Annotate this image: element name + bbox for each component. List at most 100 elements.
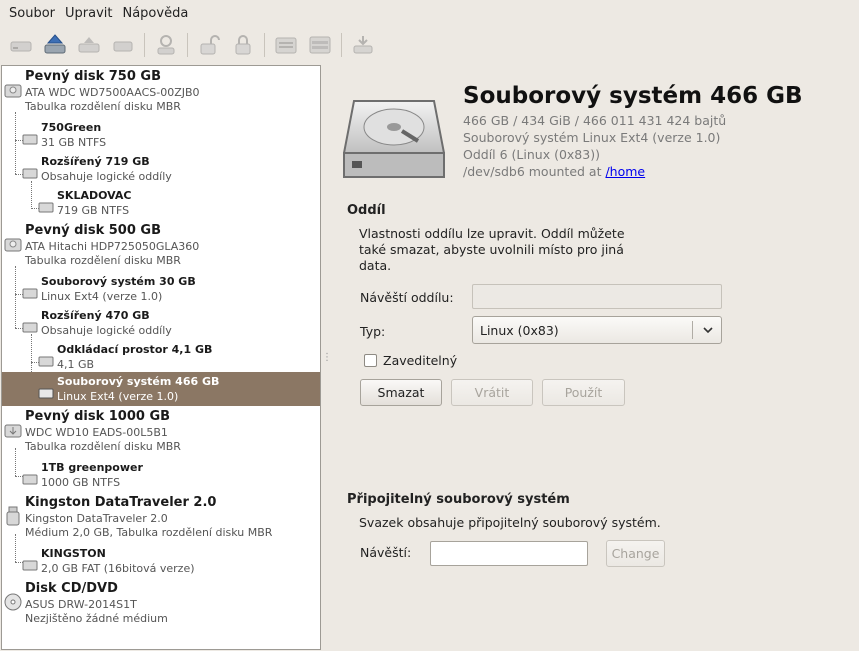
mount-point-link[interactable]: /home (605, 164, 645, 179)
filesystem-label-input[interactable] (430, 541, 588, 566)
tree-item-title: Pevný disk 1000 GB (25, 409, 171, 424)
tree-item-subtitle: Tabulka rozdělení disku MBR (25, 100, 181, 113)
tree-partition-swap[interactable]: Odkládací prostor 4,1 GB 4,1 GB (2, 340, 320, 374)
tree-item-title: Pevný disk 750 GB (25, 69, 161, 84)
volume-details-panel: Souborový systém 466 GB 466 GB / 434 GiB… (322, 65, 859, 651)
delete-partition-button[interactable]: Smazat (360, 379, 442, 406)
mount-prefix: /dev/sdb6 mounted at (463, 164, 606, 179)
tree-partition-fs-466[interactable]: Souborový systém 466 GB Linux Ext4 (verz… (2, 372, 320, 406)
tree-partition-extended-719[interactable]: Rozšířený 719 GB Obsahuje logické oddíly (2, 152, 320, 186)
check-button[interactable] (151, 30, 181, 60)
bootable-label[interactable]: Zaveditelný (383, 353, 457, 368)
tree-item-title: 750Green (41, 121, 102, 134)
tree-item-title: Souborový systém 30 GB (41, 275, 196, 288)
tree-drive-1000[interactable]: Pevný disk 1000 GB WDC WD10 EADS-00L5B1 … (2, 406, 320, 456)
tree-partition-skladovac[interactable]: SKLADOVAC 719 GB NTFS (2, 186, 320, 220)
partition-label-input[interactable] (472, 284, 722, 309)
change-label-button[interactable]: Change (606, 540, 665, 567)
filesystem-label-label: Návěští: (360, 545, 412, 560)
tree-item-subtitle: 2,0 GB FAT (16bitová verze) (41, 562, 195, 575)
device-tree: Pevný disk 750 GB ATA WDC WD7500AACS-00Z… (1, 65, 321, 650)
tree-partition-extended-470[interactable]: Rozšířený 470 GB Obsahuje logické oddíly (2, 306, 320, 340)
tree-item-title: Souborový systém 466 GB (57, 375, 220, 388)
drive-button[interactable] (108, 30, 138, 60)
drive-icon (113, 41, 133, 52)
menu-upravit[interactable]: Upravit (60, 4, 117, 23)
tree-item-title: Pevný disk 500 GB (25, 223, 161, 238)
format-drive-icon (275, 37, 297, 54)
volume-title: Souborový systém 466 GB (463, 83, 803, 109)
partition-icon (22, 474, 38, 485)
partition-type-select[interactable]: Linux (0x83) (472, 316, 722, 344)
tree-item-title: Kingston DataTraveler 2.0 (25, 495, 217, 510)
eject-button[interactable] (40, 30, 70, 60)
tree-item-subtitle: Obsahuje logické oddíly (41, 170, 172, 183)
optical-disc-icon (4, 593, 22, 611)
partition-description: Vlastnosti oddílu lze upravit. Oddíl můž… (359, 226, 625, 274)
hard-disk-icon (4, 84, 22, 98)
menu-napoveda[interactable]: Nápověda (117, 4, 193, 23)
tree-item-subtitle: Kingston DataTraveler 2.0 (25, 512, 168, 525)
format-button[interactable] (271, 30, 301, 60)
tree-partition-fs-30[interactable]: Souborový systém 30 GB Linux Ext4 (verze… (2, 272, 320, 306)
unlock-icon (200, 35, 220, 55)
volume-partition: Oddíl 6 (Linux (0x83)) (463, 147, 600, 162)
tree-item-title: KINGSTON (41, 547, 106, 560)
combo-separator (692, 321, 693, 339)
lock-button[interactable] (228, 30, 258, 60)
tree-item-title: Rozšířený 470 GB (41, 309, 150, 322)
partition-description-line: také smazat, abyste uvolnili místo pro j… (359, 242, 624, 257)
tree-item-subtitle: Obsahuje logické oddíly (41, 324, 172, 337)
partition-icon (22, 288, 38, 299)
tree-item-subtitle: Linux Ext4 (verze 1.0) (41, 290, 163, 303)
tree-item-title: Odkládací prostor 4,1 GB (57, 343, 213, 356)
toolbar-separator (264, 33, 265, 57)
toolbar-separator (144, 33, 145, 57)
tree-drive-cdrom[interactable]: Disk CD/DVD ASUS DRW-2014S1T Nezjištěno … (2, 578, 320, 628)
tree-drive-kingston[interactable]: Kingston DataTraveler 2.0 Kingston DataT… (2, 492, 320, 542)
partition-description-line: Vlastnosti oddílu lze upravit. Oddíl můž… (359, 226, 625, 241)
hard-disk-large-icon (343, 100, 445, 178)
tree-item-subtitle: Médium 2,0 GB, Tabulka rozdělení disku M… (25, 526, 273, 539)
partition-icon (22, 168, 38, 179)
toolbar-separator (341, 33, 342, 57)
tree-item-title: 1TB greenpower (41, 461, 143, 474)
tree-item-subtitle: ATA Hitachi HDP725050GLA360 (25, 240, 200, 253)
eject-icon (44, 34, 66, 54)
volume-mount-info: /dev/sdb6 mounted at /home (463, 164, 645, 179)
tree-partition-1tb-greenpower[interactable]: 1TB greenpower 1000 GB NTFS (2, 458, 320, 492)
tree-partition-750green[interactable]: 750Green 31 GB NTFS (2, 118, 320, 152)
stethoscope-icon (157, 35, 175, 55)
partition-label-label: Návěští oddílu: (360, 290, 454, 305)
partition-type-label: Typ: (360, 324, 386, 339)
revert-button[interactable]: Vrátit (451, 379, 533, 406)
chevron-down-icon (703, 327, 713, 334)
apply-button[interactable]: Použít (542, 379, 625, 406)
usb-stick-icon (6, 506, 20, 526)
benchmark-button[interactable] (305, 30, 335, 60)
bootable-checkbox[interactable] (364, 354, 377, 367)
menu-soubor[interactable]: Soubor (4, 4, 60, 23)
install-button[interactable] (348, 30, 378, 60)
tree-item-subtitle: ASUS DRW-2014S1T (25, 598, 137, 611)
partition-icon (38, 356, 54, 367)
toolbar (0, 26, 859, 64)
hard-disk-icon (4, 238, 22, 252)
tree-item-subtitle: ATA WDC WD7500AACS-00ZJB0 (25, 86, 200, 99)
tree-item-title: Rozšířený 719 GB (41, 155, 150, 168)
drive-mount-icon (10, 41, 32, 52)
unlock-button[interactable] (194, 30, 224, 60)
tree-item-subtitle: 31 GB NTFS (41, 136, 107, 149)
tree-partition-kingston[interactable]: KINGSTON 2,0 GB FAT (16bitová verze) (2, 544, 320, 578)
tree-drive-750[interactable]: Pevný disk 750 GB ATA WDC WD7500AACS-00Z… (2, 66, 320, 116)
tree-item-subtitle: 1000 GB NTFS (41, 476, 121, 489)
tree-item-subtitle: Linux Ext4 (verze 1.0) (57, 390, 179, 403)
partition-section-title: Oddíl (347, 203, 386, 218)
volume-size: 466 GB / 434 GiB / 466 011 431 424 bajtů (463, 113, 727, 128)
tree-item-subtitle: WDC WD10 EADS-00L5B1 (25, 426, 168, 439)
partition-type-value: Linux (0x83) (480, 323, 559, 338)
mount-button[interactable] (6, 30, 36, 60)
lock-icon (235, 35, 251, 55)
tree-drive-500[interactable]: Pevný disk 500 GB ATA Hitachi HDP725050G… (2, 220, 320, 270)
unmount-button[interactable] (74, 30, 104, 60)
